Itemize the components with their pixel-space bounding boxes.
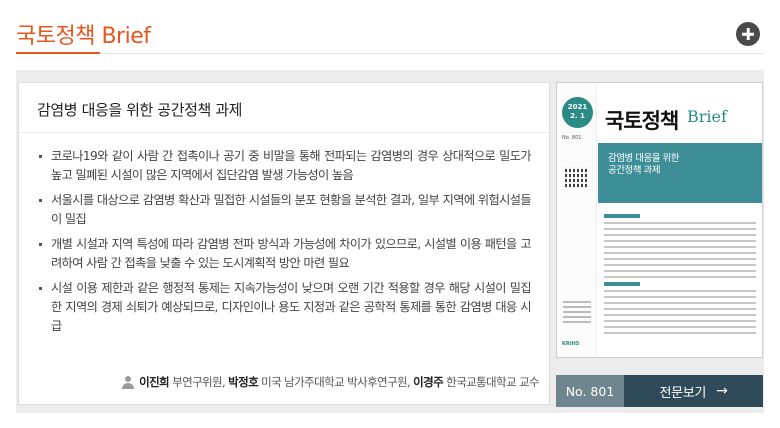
- issue-bar: No. 801 전문보기 →: [556, 375, 763, 407]
- summary-list: 코로나19와 같이 사람 간 접촉이나 공기 중 비말을 통해 전파되는 감염병…: [37, 147, 532, 336]
- cover-sidebar: 2021 2. 1 No. 801 KRIHS: [557, 83, 597, 357]
- cover-brief: Brief: [687, 107, 727, 126]
- arrow-right-icon: →: [716, 383, 728, 399]
- author-role: 미국 남가주대학교 박사후연구원,: [261, 375, 411, 389]
- qr-code-icon: [565, 167, 587, 189]
- date-badge: 2021 2. 1: [562, 97, 593, 128]
- author-role: 한국교통대학교 교수: [446, 375, 539, 389]
- article-card: 감염병 대응을 위한 공간정책 과제 코로나19와 같이 사람 간 접촉이나 공…: [18, 82, 550, 405]
- person-icon: [122, 375, 135, 389]
- summary-item: 시설 이용 제한과 같은 행정적 통제는 지속가능성이 낮으며 오랜 기간 적용…: [37, 279, 532, 336]
- more-plus-icon[interactable]: [736, 22, 760, 46]
- summary-item: 서울시를 대상으로 감염병 확산과 밀접한 시설들의 분포 현황을 분석한 결과…: [37, 191, 532, 229]
- title-divider: [19, 132, 549, 133]
- brief-cover-thumbnail[interactable]: 2021 2. 1 No. 801 KRIHS 국토정책 Brief 감염병 대…: [556, 82, 763, 358]
- cover-headline: 감염병 대응을 위한 공간정책 과제: [608, 153, 679, 176]
- full-view-button[interactable]: 전문보기 →: [624, 375, 763, 407]
- brief-panel: 감염병 대응을 위한 공간정책 과제 코로나19와 같이 사람 간 접촉이나 공…: [16, 70, 764, 413]
- brand-title: 국토정책 Brief: [16, 24, 151, 49]
- krihs-logo: KRIHS: [562, 341, 580, 347]
- bullet-icon: [39, 287, 42, 290]
- bullet-icon: [39, 199, 42, 202]
- summary-item: 코로나19와 같이 사람 간 접촉이나 공기 중 비말을 통해 전파되는 감염병…: [37, 147, 532, 185]
- author-role: 부연구위원,: [172, 375, 226, 389]
- cover-body-text: [604, 211, 756, 338]
- issue-number: No. 801: [556, 375, 624, 407]
- bullet-icon: [39, 243, 42, 246]
- author-name: 이진희: [139, 375, 170, 389]
- bullet-icon: [39, 155, 42, 158]
- header-divider: [16, 53, 764, 54]
- author-name: 이경주: [413, 375, 444, 389]
- article-title[interactable]: 감염병 대응을 위한 공간정책 과제: [37, 99, 531, 120]
- cover-issue-number: No. 801: [562, 135, 582, 141]
- cover-sidebar-text: [563, 301, 591, 326]
- summary-item: 개별 시설과 지역 특성에 따라 감염병 전파 방식과 가능성에 차이가 있으므…: [37, 235, 532, 273]
- section-header: 국토정책 Brief: [16, 18, 764, 56]
- cover-title: 국토정책: [605, 109, 679, 133]
- author-line: 이진희 부연구위원, 박정호 미국 남가주대학교 박사후연구원, 이경주 한국교…: [122, 374, 540, 390]
- author-name: 박정호: [228, 375, 259, 389]
- brand-underline: [16, 52, 100, 54]
- cover-headline-band: 감염병 대응을 위한 공간정책 과제: [598, 143, 762, 203]
